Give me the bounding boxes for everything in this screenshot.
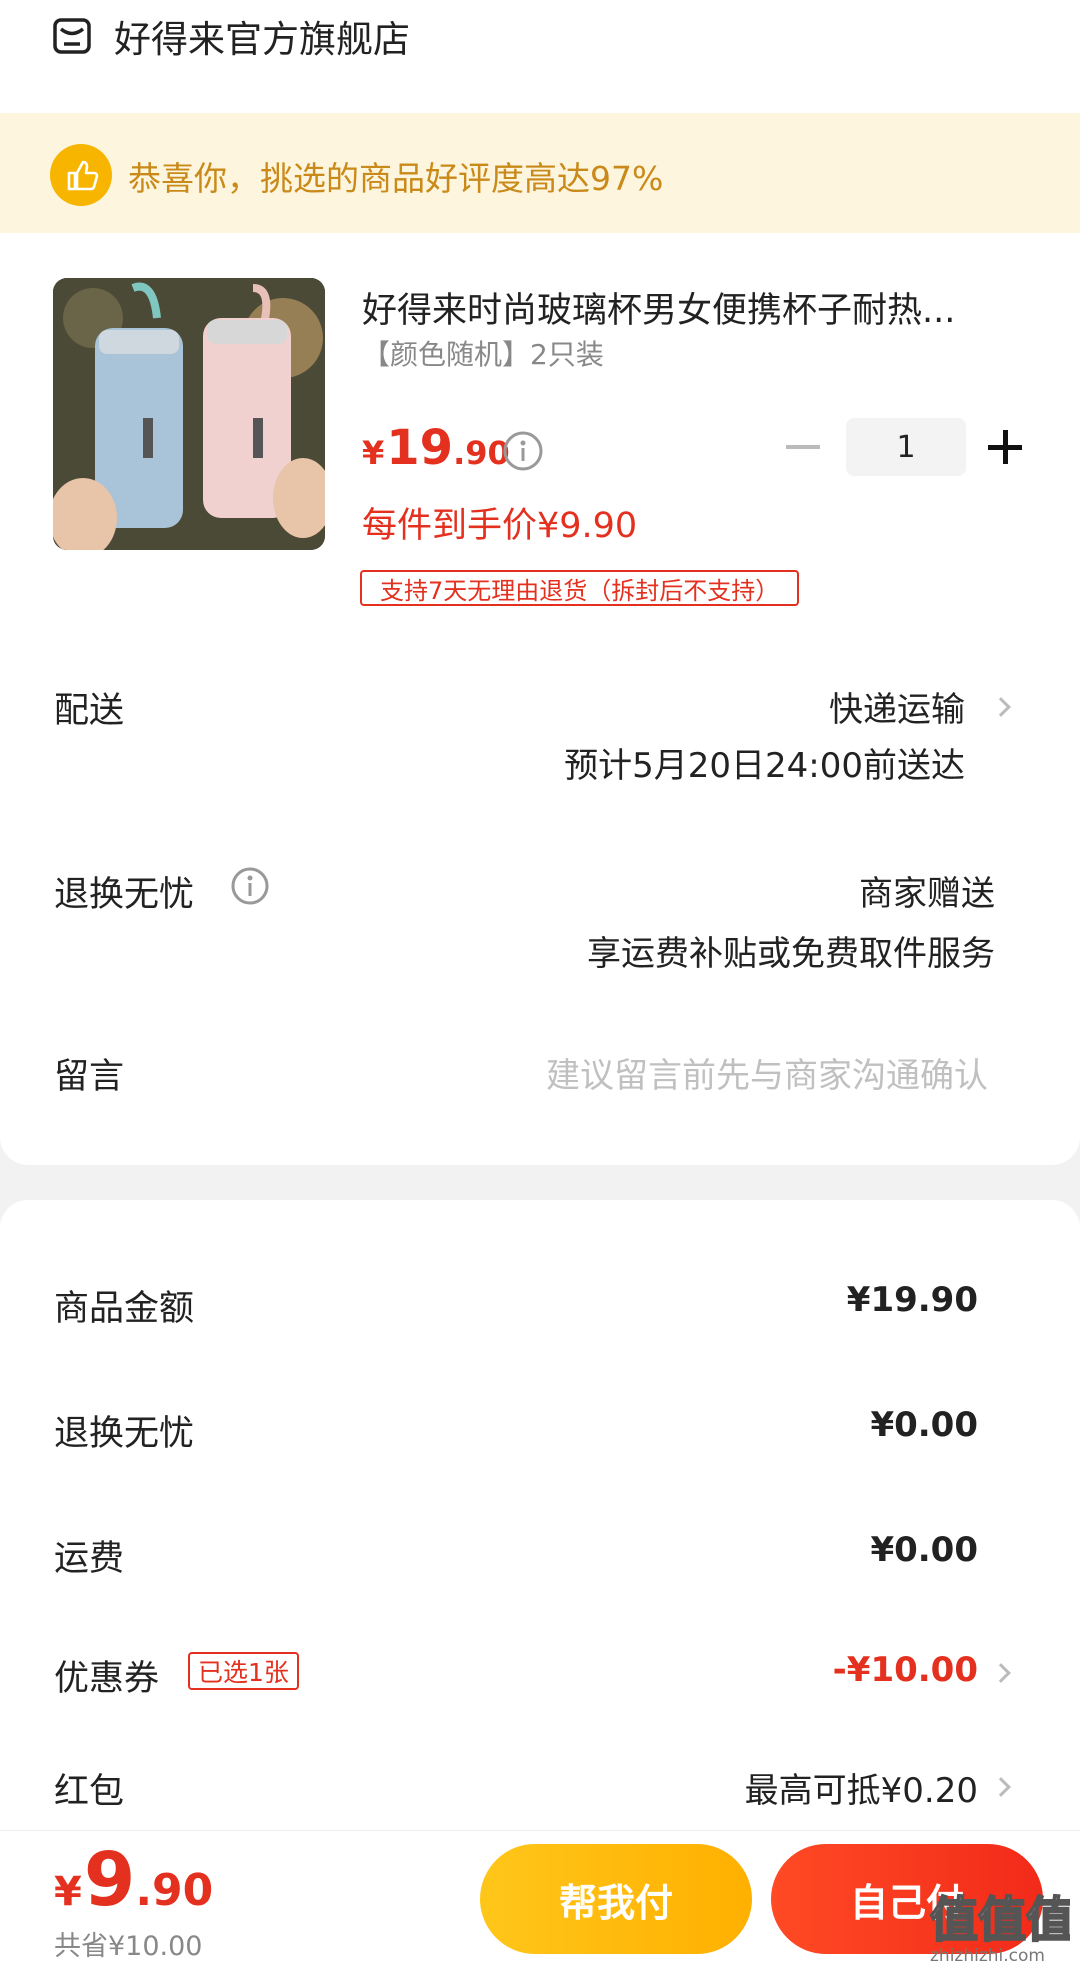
info-icon[interactable] [502, 430, 544, 472]
message-input[interactable]: 建议留言前先与商家沟通确认 [546, 1048, 988, 1097]
quantity-decrease-button[interactable] [786, 445, 820, 449]
shipping-label: 运费 [54, 1539, 125, 1579]
return-service-desc: 享运费补贴或免费取件服务 [587, 934, 995, 974]
watermark-text: zhizhizhi.com [930, 1946, 1045, 1966]
quantity-input[interactable]: 1 [846, 418, 966, 476]
product-spec: 【颜色随机】2只装 [362, 338, 604, 371]
help-pay-button[interactable]: 帮我付 [480, 1844, 752, 1954]
product-price: ¥ 19 .90 [362, 420, 510, 476]
store-header[interactable]: 好得来官方旗舰店 [52, 8, 410, 64]
svg-text:值值值: 值值值 [930, 1892, 1070, 1948]
red-packet-value[interactable]: 最高可抵¥0.20 [745, 1763, 978, 1812]
delivery-method[interactable]: 快递运输 [829, 682, 965, 731]
return-service-label: 退换无忧 [54, 875, 195, 915]
rating-banner-text: 恭喜你，挑选的商品好评度高达97% [128, 159, 664, 198]
info-icon[interactable] [230, 866, 270, 906]
total-integer: 9 [83, 1837, 136, 1923]
total-price: ¥ 9 .90 [54, 1837, 213, 1923]
delivery-label: 配送 [54, 691, 125, 731]
return-fee-value: ¥0.00 [870, 1405, 978, 1445]
total-currency: ¥ [54, 1869, 82, 1915]
price-currency: ¥ [362, 434, 385, 472]
message-label: 留言 [54, 1057, 125, 1097]
coupon-selected-badge: 已选1张 [188, 1652, 299, 1690]
coupon-value[interactable]: -¥10.00 [833, 1650, 978, 1690]
return-service-provider: 商家赠送 [859, 874, 995, 914]
total-decimal: .90 [135, 1865, 214, 1916]
shipping-value: ¥0.00 [870, 1530, 978, 1570]
goods-amount-value: ¥19.90 [846, 1280, 978, 1320]
thumbs-up-icon [50, 144, 112, 206]
unit-price: 每件到手价¥9.90 [362, 506, 638, 546]
goods-amount-label: 商品金额 [54, 1289, 195, 1329]
total-saved: 共省¥10.00 [54, 1931, 203, 1962]
store-icon [53, 18, 91, 54]
coupon-label: 优惠券 [54, 1659, 160, 1699]
store-name: 好得来官方旗舰店 [114, 18, 410, 61]
product-image[interactable] [53, 278, 325, 550]
product-title[interactable]: 好得来时尚玻璃杯男女便携杯子耐热... [362, 282, 1012, 333]
price-integer: 19 [386, 420, 454, 476]
red-packet-label: 红包 [54, 1772, 125, 1812]
return-policy-tag: 支持7天无理由退货（拆封后不支持） [360, 570, 800, 606]
quantity-increase-button[interactable] [988, 430, 1022, 464]
return-fee-label: 退换无忧 [54, 1414, 195, 1454]
delivery-eta: 预计5月20日24:00前送达 [564, 746, 965, 786]
